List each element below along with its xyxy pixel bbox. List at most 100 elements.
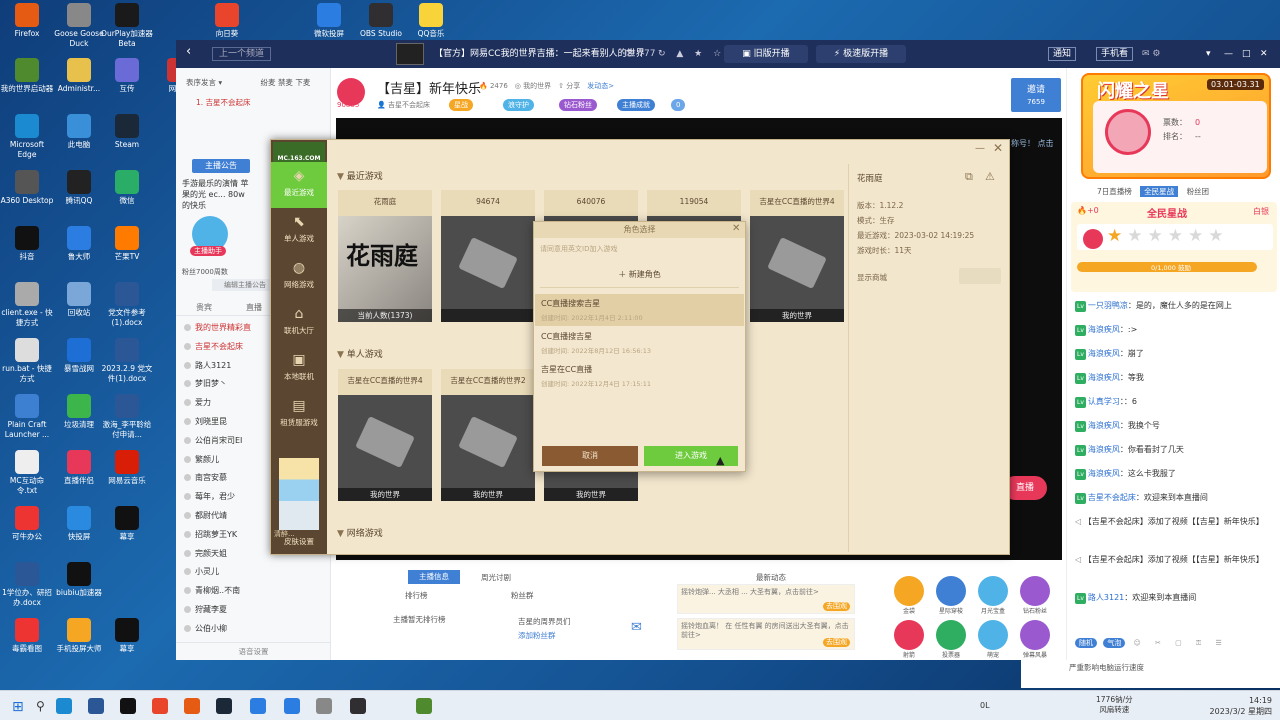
app-taskbar-icon[interactable] [316, 698, 332, 714]
message-icon[interactable]: ✉ [631, 620, 642, 635]
desktop-icon[interactable]: 回收站 [52, 282, 106, 318]
desktop-icon[interactable]: 毒霸看图 [0, 618, 54, 654]
desktop-icon[interactable]: 互传 [100, 58, 154, 94]
user-list-item[interactable]: 刘晓里昆 [184, 416, 227, 427]
desktop-icon[interactable]: QQ音乐 [404, 3, 458, 39]
minimize-button[interactable]: — [1224, 45, 1233, 63]
sunflower-taskbar-icon[interactable] [152, 698, 168, 714]
chat-username[interactable]: 海浪疾风 [1088, 373, 1120, 382]
launcher-nav-5[interactable]: ▣ 本地联机 [271, 346, 327, 392]
news-join-button[interactable]: 去围观 [823, 638, 850, 647]
launcher-nav-3[interactable]: ◍ 网络游戏 [271, 254, 327, 300]
back-icon[interactable]: ‹ [186, 43, 191, 61]
gift-item[interactable]: 射箭 [889, 620, 929, 659]
edge-taskbar-icon[interactable] [56, 698, 72, 714]
edit-announce-button[interactable]: 编辑主播公告 [212, 279, 278, 291]
shining-star-banner[interactable]: 闪耀之星 03.01-03.31 票数： 0 排名： -- [1081, 73, 1271, 179]
add-fan-group-link[interactable]: 添加粉丝群 [518, 630, 556, 641]
fast-version-stream-button[interactable]: ⚡ 极速版开播 [816, 45, 906, 63]
clock[interactable]: 14:19 2023/3/2 星期四 [1192, 695, 1272, 717]
steam-taskbar-icon[interactable] [216, 698, 232, 714]
chat-username[interactable]: 认真学习 [1088, 397, 1120, 406]
chat-username[interactable]: 海浪疾风 [1088, 349, 1120, 358]
diamond-fan-badge[interactable]: 钻石粉丝 [559, 99, 597, 111]
section-header[interactable]: ▼ 网络游戏 [337, 526, 383, 539]
tab-drama[interactable]: 周光讨剧 [481, 572, 511, 583]
announce-tab[interactable]: 主播公告 [192, 159, 250, 173]
gift-item[interactable]: 投票器 [931, 620, 971, 659]
tiktok-taskbar-icon[interactable] [120, 698, 136, 714]
firefox-taskbar-icon[interactable] [184, 698, 200, 714]
dialog-close[interactable]: ✕ [732, 223, 740, 234]
user-list-item[interactable]: 繁颜儿 [184, 454, 219, 465]
desktop-icon[interactable]: client.exe - 快捷方式 [0, 282, 54, 328]
obs-taskbar-icon[interactable] [350, 698, 366, 714]
cc-taskbar-icon[interactable] [250, 698, 266, 714]
chat-username[interactable]: 吉星不会起床 [1088, 493, 1136, 502]
chat-username[interactable]: 路人3121 [1088, 593, 1124, 602]
close-button[interactable]: ✕ [1260, 45, 1268, 63]
desktop-icon[interactable]: 抖音 [0, 226, 54, 262]
header-mic[interactable]: 纷麦 [261, 78, 276, 87]
share-button[interactable]: 分享 [566, 82, 580, 90]
desktop-icon[interactable]: Plain Craft Launcher ... [0, 394, 54, 440]
toolbar-icons[interactable]: ✉ ⚙ [1142, 45, 1160, 63]
tag-bubble[interactable]: 气泡 [1103, 638, 1126, 648]
desktop-icon[interactable]: 激海_李平聆给付申请... [100, 394, 154, 440]
star-war-panel[interactable]: 🔥+0 全民星战 白银 ★ ★ ★ ★ ★ ★ 0/1,000 鼓励 [1071, 202, 1277, 292]
tab-anchor-info[interactable]: 主播信息 [408, 570, 460, 584]
desktop-icon[interactable]: 网易云音乐 [100, 450, 154, 486]
launcher-nav-6[interactable]: ▤ 租赁服游戏 [271, 392, 327, 438]
user-list-item[interactable]: 公伯小柳 [184, 623, 227, 634]
invite-button[interactable]: 邀请 7659 [1011, 78, 1061, 112]
chat-username[interactable]: 海浪疾风 [1088, 325, 1120, 334]
new-role-button[interactable]: ＋ 新建角色 [540, 262, 739, 288]
section-header[interactable]: ▼ 单人游戏 [337, 347, 383, 360]
user-list-item[interactable]: 路人3121 [184, 360, 231, 371]
desktop-icon[interactable]: 直播伴侣 [52, 450, 106, 486]
user-list-item[interactable]: 南宫安慕 [184, 472, 227, 483]
word-taskbar-icon[interactable] [88, 698, 104, 714]
achievement-badge[interactable]: 主播成就 [617, 99, 655, 111]
user-list-item[interactable]: 招跳萝王YK [184, 529, 237, 540]
tab-7day[interactable]: 7日直播榜 [1097, 187, 1132, 196]
action-icons[interactable]: ↻ ▲ ★ ☆ [658, 45, 725, 63]
prev-channel-button[interactable]: 上一个频道 [212, 47, 272, 61]
desktop-icon[interactable]: 手机投屏大师 [52, 618, 106, 654]
chat-username[interactable]: 海浪疾风 [1088, 421, 1120, 430]
game-card[interactable]: 吉星在CC直播的世界2 我的世界 [441, 369, 535, 501]
chat-username[interactable]: 一只羽鸭凉 [1088, 301, 1128, 310]
launcher-nav-4[interactable]: ⌂ 联机大厅 [271, 300, 327, 346]
desktop-icon[interactable]: 微信 [100, 170, 154, 206]
count-badge[interactable]: 0 [671, 99, 686, 111]
ime-indicator[interactable]: 0L [980, 701, 990, 710]
rank-label[interactable]: 排行榜 [405, 590, 428, 601]
launcher-close[interactable]: ✕ [993, 141, 1003, 155]
voice-settings[interactable]: 语音设置 [176, 642, 331, 660]
game-card[interactable]: 花雨庭 花雨庭 当前人数(1373) [338, 190, 432, 322]
user-list-item[interactable]: 梦旧梦丶 [184, 378, 227, 389]
notify-button[interactable]: 通知 [1048, 47, 1077, 61]
gift-item[interactable]: 月光宝盒 [973, 576, 1013, 615]
tab-live[interactable]: 直播 [246, 302, 262, 313]
desktop-icon[interactable]: Steam [100, 114, 154, 150]
tag-random[interactable]: 随机 [1075, 638, 1097, 648]
gift-item[interactable]: 金袋 [889, 576, 929, 615]
chat-username[interactable]: 海浪疾风 [1088, 469, 1120, 478]
role-item[interactable]: CC直播搜索吉星 创建时间: 2022年1月4日 2:11:00 [535, 294, 744, 326]
start-menu-icon[interactable]: ⊞ [12, 699, 24, 715]
gift-item[interactable]: 弹幕风暴 [1015, 620, 1055, 659]
tab-vip[interactable]: 贵宾 [196, 302, 212, 313]
desktop-icon[interactable]: 党文件参考(1).docx [100, 282, 154, 328]
cancel-button[interactable]: 取消 [542, 446, 638, 466]
game-card[interactable]: 吉星在CC直播的世界4 我的世界 [338, 369, 432, 501]
chat-username[interactable]: 海浪疾风 [1088, 445, 1120, 454]
desktop-icon[interactable]: 腾讯QQ [52, 170, 106, 206]
user-list-item[interactable]: 我的世界精彩直 [184, 322, 251, 333]
open-detail-icon[interactable]: ⧉ [965, 170, 973, 184]
fan-group-label[interactable]: 粉丝群 [511, 590, 534, 601]
post-dynamic-link[interactable]: 发动态> [587, 82, 614, 90]
desktop-icon[interactable]: 此电脑 [52, 114, 106, 150]
maximize-button[interactable]: □ [1242, 45, 1251, 63]
user-list-item[interactable]: 完颜天姐 [184, 548, 227, 559]
